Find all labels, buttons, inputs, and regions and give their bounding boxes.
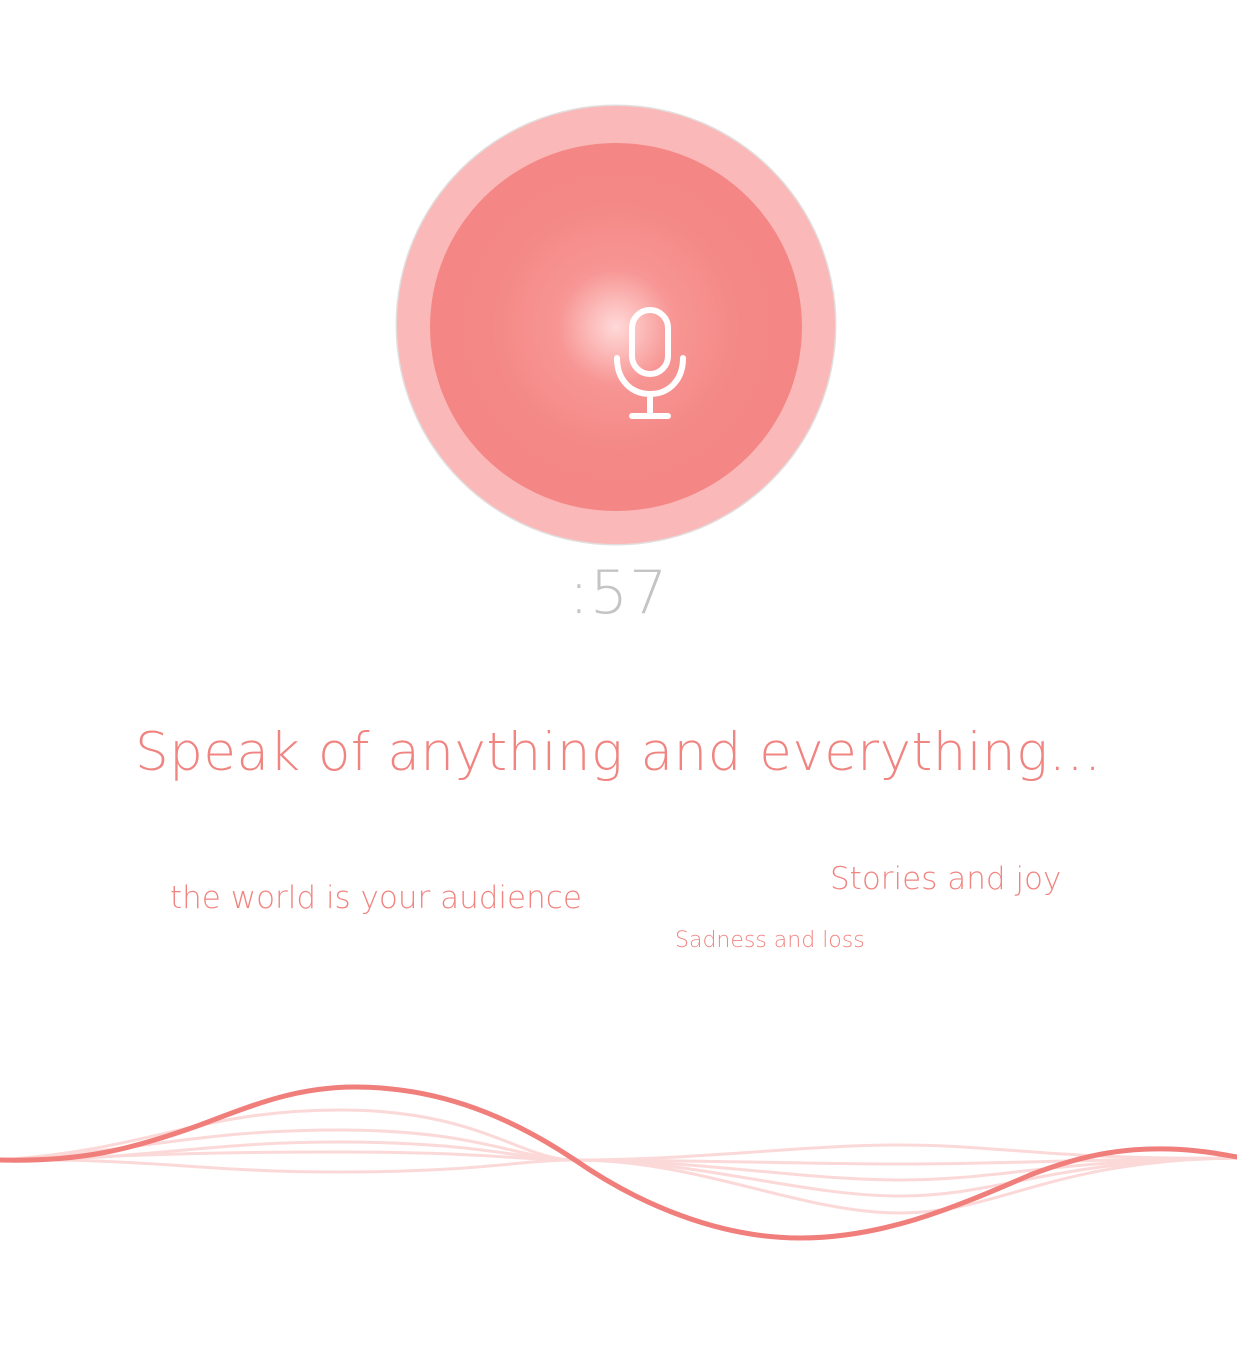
- prompt-headline: Speak of anything and everything…: [135, 722, 1102, 783]
- microphone-icon: [614, 307, 686, 419]
- record-button-inner: [430, 143, 802, 511]
- record-button[interactable]: [397, 106, 835, 544]
- floating-phrase: the world is your audience: [170, 880, 582, 916]
- recording-timer: :57: [568, 558, 669, 628]
- audio-waveform: [0, 1084, 1237, 1241]
- floating-phrase: Sadness and loss: [675, 928, 865, 953]
- floating-phrase: Stories and joy: [830, 861, 1062, 897]
